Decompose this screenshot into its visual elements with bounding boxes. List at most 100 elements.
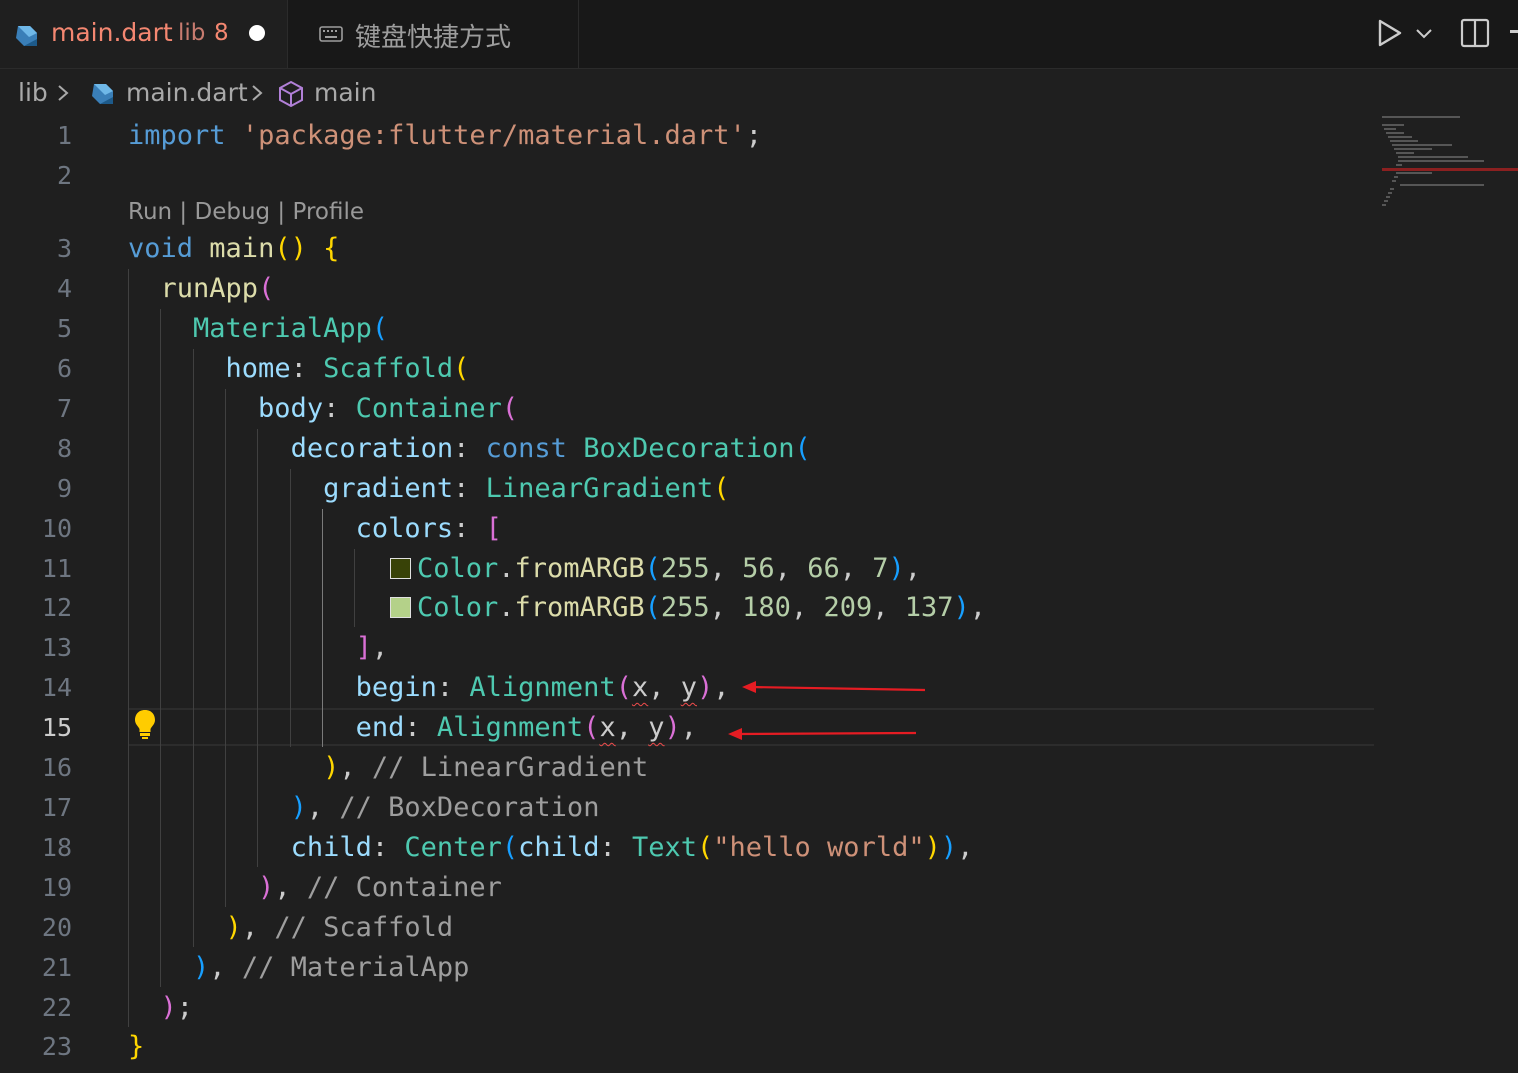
token-param: child <box>518 832 600 863</box>
line-number: 19 <box>41 873 72 902</box>
annotation-arrow <box>726 726 920 746</box>
token-punct: : <box>436 672 470 703</box>
code-line-1: import 'package:flutter/material.dart'; <box>128 116 762 156</box>
dart-icon <box>88 80 116 112</box>
token-bracket: ) <box>290 792 307 823</box>
token-punct: : <box>371 832 405 863</box>
token-comment: // Scaffold <box>274 912 454 943</box>
token-keyword: const <box>485 433 567 464</box>
breadcrumb-symbol[interactable]: main <box>314 78 376 107</box>
token-bracket: { <box>323 233 340 264</box>
code-line-13: ], <box>128 628 389 668</box>
token-string: "hello world" <box>713 832 925 863</box>
chevron-down-icon[interactable] <box>1414 26 1434 45</box>
token-punct: . <box>498 553 515 584</box>
code-line-7: body: Container( <box>128 389 518 429</box>
codelens-run[interactable]: Run <box>128 199 172 225</box>
token-punct: , <box>680 712 698 743</box>
token-param: gradient <box>323 473 454 504</box>
token-punct: , <box>969 592 987 623</box>
line-number: 14 <box>41 673 72 702</box>
token-punct: : <box>453 473 486 504</box>
token-bracket: ( <box>583 712 600 743</box>
token-type: Color <box>417 592 499 623</box>
line-number: 18 <box>41 833 72 862</box>
code-line-12: Color.fromARGB(255, 180, 209, 137), <box>390 588 986 628</box>
token-punct: , <box>274 872 291 903</box>
chevron-right-icon <box>250 83 264 107</box>
token-punct: , <box>904 553 922 584</box>
token-comment: // LinearGradient <box>371 752 649 783</box>
breadcrumb-file[interactable]: main.dart <box>126 78 248 107</box>
token-bracket: [ <box>485 513 502 544</box>
token-bracket: ( <box>644 553 661 584</box>
line-number: 12 <box>41 593 72 622</box>
token-bracket: ( <box>371 313 389 344</box>
tab-main-dart[interactable]: main.dart lib 8 <box>0 0 288 68</box>
code-line-15: end: Alignment(x, y), <box>355 712 698 743</box>
token-bracket: ) <box>697 672 714 703</box>
line-number: 20 <box>41 913 72 942</box>
code-line-3: void main() { <box>128 229 339 269</box>
token-function: main <box>209 233 275 264</box>
token-comment: // MaterialApp <box>241 952 470 983</box>
code-line-23: } <box>128 1027 144 1067</box>
token-bracket: ( <box>501 393 519 424</box>
token-punct: . <box>498 592 515 623</box>
line-number: 16 <box>41 753 72 782</box>
code-line-6: home: Scaffold( <box>128 349 470 389</box>
tab-title: 键盘快捷方式 <box>355 23 512 53</box>
code-line-20: ), // Scaffold <box>128 908 454 948</box>
token-punct: : <box>404 712 437 743</box>
code-line-10: colors: [ <box>128 509 502 549</box>
token-comment: // BoxDecoration <box>339 792 600 823</box>
split-editor-icon[interactable] <box>1460 18 1490 52</box>
line-number-current: 15 <box>41 713 72 742</box>
token-punct: , <box>306 792 324 823</box>
token-number: 66 <box>807 553 840 584</box>
token-param: decoration <box>290 433 454 464</box>
token-number: 180 <box>742 592 791 623</box>
token-error-identifier[interactable]: y <box>648 712 664 743</box>
line-number: 11 <box>41 554 72 583</box>
token-error-identifier[interactable]: y <box>681 672 697 703</box>
token-keyword: import <box>128 120 226 151</box>
token-bracket: ) <box>193 952 210 983</box>
line-number: 5 <box>56 314 72 343</box>
token-error-identifier[interactable]: x <box>599 712 615 743</box>
unsaved-dot-icon[interactable] <box>249 25 265 41</box>
minimap[interactable] <box>1380 116 1500 216</box>
token-punct: , <box>241 912 259 943</box>
token-number: 255 <box>660 553 710 584</box>
token-punct: , <box>371 632 389 663</box>
color-swatch[interactable] <box>390 558 411 579</box>
more-actions-icon[interactable] <box>1510 30 1518 33</box>
code-line-9: gradient: LinearGradient( <box>128 469 729 509</box>
token-error-identifier[interactable]: x <box>632 672 648 703</box>
token-punct: : <box>453 513 486 544</box>
tab-problem-count: 8 <box>214 20 229 46</box>
token-param: home <box>225 353 291 384</box>
token-bracket: ( <box>501 832 519 863</box>
indent-guide <box>354 549 355 627</box>
line-number: 10 <box>41 514 72 543</box>
token-bracket: ( <box>615 672 632 703</box>
color-swatch[interactable] <box>390 597 411 618</box>
code-line-17: ), // BoxDecoration <box>128 788 600 828</box>
token-param: end <box>355 712 405 743</box>
breadcrumb-folder[interactable]: lib <box>18 78 48 107</box>
codelens-debug[interactable]: Debug <box>194 199 270 225</box>
token-type: Alignment <box>469 672 616 703</box>
codelens-profile[interactable]: Profile <box>293 199 365 225</box>
token-type: Text <box>631 832 697 863</box>
dart-icon <box>12 22 40 54</box>
token-bracket: } <box>128 1031 145 1062</box>
token-type: Color <box>417 553 499 584</box>
token-comment: // Container <box>306 872 502 903</box>
token-bracket: ) <box>953 592 970 623</box>
token-bracket: ) <box>924 832 941 863</box>
code-line-11: Color.fromARGB(255, 56, 66, 7), <box>390 549 921 589</box>
token-bracket: ( <box>713 473 730 504</box>
lightbulb-icon[interactable] <box>133 708 157 744</box>
play-icon[interactable] <box>1376 18 1404 52</box>
